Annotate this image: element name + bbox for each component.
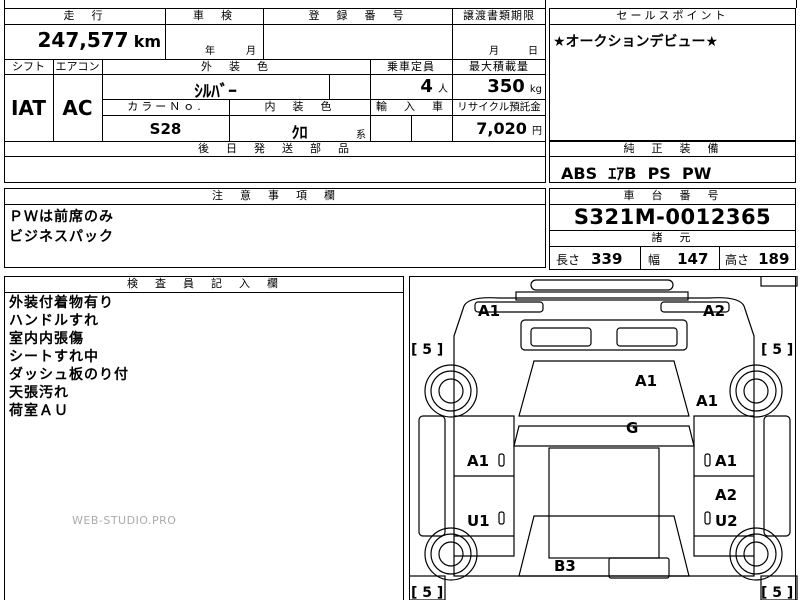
notes-header-line [4, 204, 546, 205]
damage-mark: A1 [715, 452, 737, 470]
inspection-label: 車 検 [193, 9, 235, 22]
notes-line: ビジネスパック [9, 229, 114, 245]
width-label: 幅 [648, 253, 661, 267]
watermark: WEB-STUDIO.PRO [72, 514, 177, 527]
recycle-unit: 円 [532, 126, 542, 137]
interior-color-suffix: 系 [356, 130, 366, 141]
vline [411, 115, 412, 141]
exterior-color-label: 外 装 色 [201, 60, 271, 73]
import-label: 輸 入 車 [376, 100, 446, 113]
inspector-line: シートすれ中 [9, 349, 99, 365]
height-spec: 高さ 189 [725, 249, 789, 268]
capacity-value: 4 [420, 76, 433, 97]
inspector-line: ハンドルすれ [9, 313, 99, 329]
inspection-month-unit: 月 [246, 46, 256, 57]
capacity-unit: 人 [438, 84, 448, 95]
interior-color-label: 内 装 色 [264, 100, 335, 113]
specs-label: 諸 元 [651, 231, 694, 244]
recycle-value: 7,020 [476, 119, 527, 138]
max-load-unit: kg [529, 84, 542, 95]
vline [640, 246, 641, 270]
vline [329, 74, 330, 99]
notes-label: 注 意 事 項 欄 [212, 189, 338, 202]
later-parts-label: 後 日 発 送 部 品 [198, 142, 352, 155]
tire-depth: [ 5 ] [411, 585, 443, 600]
height-label: 高さ [725, 253, 750, 267]
tire-depth: [ 5 ] [411, 342, 443, 358]
damage-mark: A1 [696, 392, 718, 410]
damage-mark: A2 [715, 486, 737, 504]
color-no-label: カラーＮｏ. [127, 100, 204, 113]
mileage-value: 247,577 [37, 28, 129, 52]
sales-point-value: ★オークションデビュー★ [553, 34, 719, 50]
chassis-label: 車 台 番 号 [623, 189, 722, 202]
inspector-header-line [4, 292, 404, 293]
transfer-month-unit: 月 [489, 46, 499, 57]
inspector-line: 天張汚れ [9, 385, 69, 401]
damage-mark: A1 [635, 372, 657, 390]
later-parts-header-line [4, 156, 546, 157]
damage-mark: A1 [478, 302, 500, 320]
ac-label: エアコン [55, 60, 100, 73]
max-load-label: 最大積載量 [469, 60, 529, 73]
vline [719, 246, 720, 270]
tire-depth: [ 5 ] [761, 342, 793, 358]
color-no-value: S28 [149, 120, 182, 138]
damage-mark: A2 [703, 302, 725, 320]
sales-point-header-line [549, 24, 796, 25]
mileage-label: 走 行 [63, 9, 106, 22]
row1-header-line [4, 24, 546, 25]
capacity-cell: 4 人 [370, 76, 452, 97]
car-diagram: A1 A2 A1 A1 G A1 A1 A2 U1 U2 B3 [ 5 ] [ … [409, 276, 798, 600]
shift-value: IAT [10, 96, 46, 120]
recycle-cell: 7,020 円 [452, 119, 546, 138]
chassis-value: S321M-0012365 [573, 205, 772, 229]
transfer-day-unit: 日 [528, 46, 538, 57]
interior-color-value: ｸﾛ [291, 123, 308, 142]
damage-mark: G [626, 419, 638, 437]
inspector-line: ダッシュ板のり付 [9, 367, 129, 383]
damage-mark: A1 [467, 452, 489, 470]
tire-depth: [ 5 ] [761, 585, 793, 600]
inspection-year-unit: 年 [205, 46, 215, 57]
row3-header-line [102, 115, 546, 116]
length-spec: 長さ 339 [556, 249, 622, 268]
transfer-docs-label: 譲渡書類期限 [463, 9, 535, 22]
notes-line: ＰＷは前席のみ [9, 209, 114, 225]
mileage-unit: km [133, 32, 161, 51]
width-value: 147 [677, 250, 709, 268]
capacity-label: 乗車定員 [387, 60, 435, 73]
damage-mark: U2 [715, 512, 738, 530]
height-value: 189 [758, 250, 790, 268]
max-load-cell: 350 kg [452, 76, 546, 97]
standard-equipment-value: ABS ｴｱB PS PW [561, 164, 712, 183]
ac-value: AC [62, 96, 93, 120]
sales-point-box [549, 8, 796, 141]
inspector-label: 検 査 員 記 入 欄 [127, 277, 281, 290]
equipment-header-line [549, 156, 796, 157]
max-load-value: 350 [487, 76, 525, 97]
registration-label: 登 録 番 号 [308, 9, 407, 22]
mileage-value-cell: 247,577 km [4, 28, 165, 58]
standard-equipment-label: 純 正 装 備 [623, 142, 722, 155]
length-label: 長さ [556, 253, 581, 267]
length-value: 339 [591, 250, 623, 268]
damage-mark: U1 [467, 512, 490, 530]
damage-mark: B3 [554, 557, 576, 575]
row2-header-line [4, 74, 546, 75]
width-spec: 幅 147 [648, 249, 708, 268]
shift-label: シフト [12, 60, 45, 73]
inspector-line: 外装付着物有り [9, 295, 114, 311]
sales-point-right-edge [796, 0, 800, 8]
sales-point-label: セールスポイント [616, 9, 729, 22]
specs-header-line [549, 246, 796, 247]
inspector-line: 荷室ＡＵ [9, 403, 69, 419]
recycle-label: リサイクル預託金 [457, 101, 541, 113]
inspector-line: 室内内張傷 [9, 331, 84, 347]
